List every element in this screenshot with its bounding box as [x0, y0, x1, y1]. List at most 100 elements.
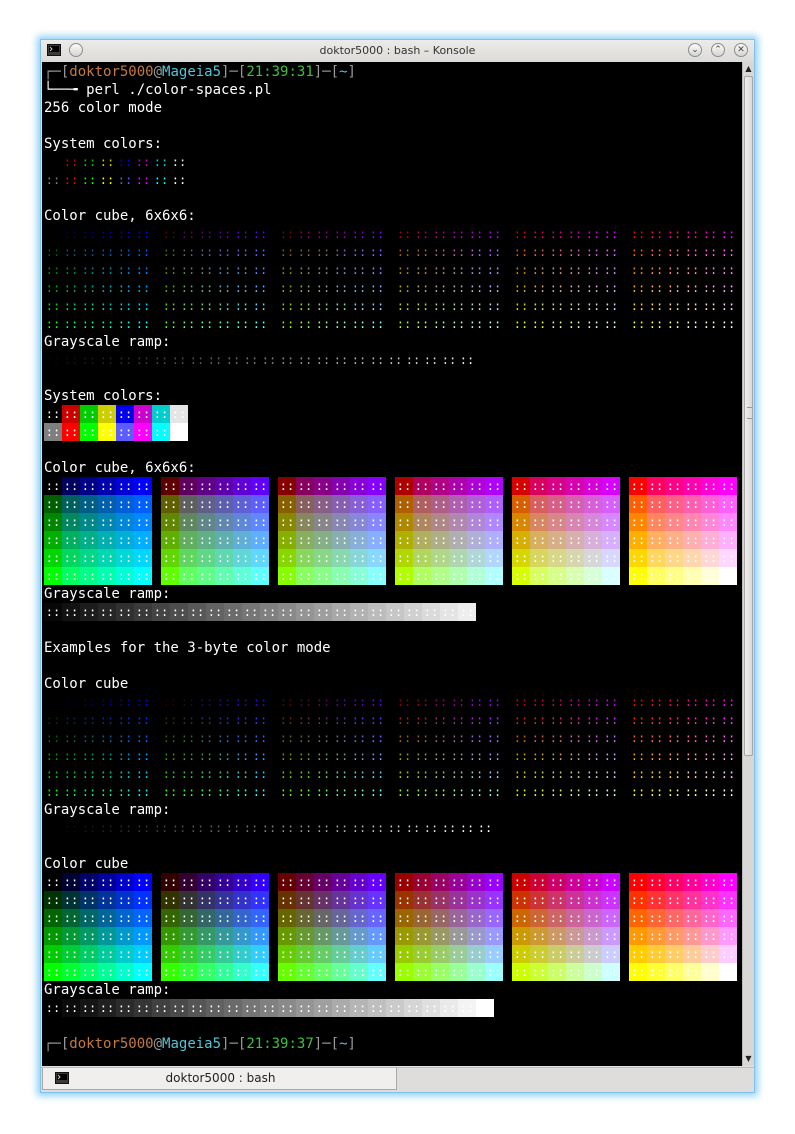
color-cube-swatch: ::	[314, 927, 332, 945]
color-cube-swatch: ::	[468, 749, 484, 763]
color-cube-swatch: ::	[630, 263, 646, 277]
color-cube-swatch: ::	[332, 891, 350, 909]
color-cube-swatch: ::	[333, 299, 349, 313]
grayscale-swatch: ::	[243, 353, 259, 367]
grayscale-swatch: ::	[243, 821, 259, 835]
color-cube-swatch: ::	[701, 927, 719, 945]
color-cube-swatch: ::	[368, 963, 386, 981]
color-cube-swatch: ::	[548, 891, 566, 909]
color-cube-swatch: ::	[467, 927, 485, 945]
color-cube-swatch: ::	[603, 749, 619, 763]
color-cube-swatch: ::	[666, 767, 682, 781]
color-cube-swatch: ::	[701, 549, 719, 567]
color-cube-swatch: ::	[602, 567, 620, 585]
maximize-icon[interactable]: ⌃	[711, 43, 725, 57]
color-cube-swatch: ::	[369, 713, 385, 727]
system-color-swatch: ::	[63, 155, 79, 169]
color-cube-swatch: ::	[720, 785, 736, 799]
color-cube-swatch: ::	[585, 245, 601, 259]
system-color-swatch: ::	[99, 173, 115, 187]
color-cube-swatch: ::	[485, 531, 503, 549]
scroll-down-arrow-icon[interactable]: ▼	[743, 1053, 754, 1065]
color-cube-swatch: ::	[368, 909, 386, 927]
color-cube-swatch: ::	[44, 549, 62, 567]
color-cube-swatch: ::	[45, 785, 61, 799]
color-cube-swatch: ::	[216, 317, 232, 331]
grayscale-swatch: ::	[404, 999, 422, 1017]
title-bar[interactable]: doktor5000 : bash – Konsole ⌄ ⌃ ✕	[41, 40, 754, 62]
scrollbar-thumb[interactable]	[744, 76, 753, 756]
color-cube-swatch: ::	[513, 713, 529, 727]
grayscale-swatch: ::	[476, 999, 494, 1017]
konsole-window: doktor5000 : bash – Konsole ⌄ ⌃ ✕ ┌─[dok…	[40, 39, 755, 1093]
color-cube-swatch: ::	[414, 731, 430, 745]
color-cube-swatch: ::	[198, 731, 214, 745]
color-cube-swatch: ::	[512, 873, 530, 891]
color-cube-swatch: ::	[80, 549, 98, 567]
color-cube-swatch: ::	[45, 749, 61, 763]
color-cube-swatch: ::	[413, 891, 431, 909]
tab-session[interactable]: doktor5000 : bash	[42, 1068, 397, 1090]
color-cube-swatch: ::	[450, 713, 466, 727]
color-cube-swatch: ::	[134, 873, 152, 891]
grayscale-swatch: ::	[386, 999, 404, 1017]
color-cube-swatch: ::	[467, 891, 485, 909]
vertical-scrollbar[interactable]: ▲ ▼	[742, 62, 754, 1066]
color-cube-swatch: ::	[180, 317, 196, 331]
color-cube-swatch: ::	[486, 731, 502, 745]
color-cube-swatch: ::	[296, 963, 314, 981]
grayscale-swatch: ::	[171, 353, 187, 367]
color-cube-swatch: ::	[98, 513, 116, 531]
minimize-icon[interactable]: ⌄	[688, 43, 702, 57]
color-cube-swatch: ::	[684, 281, 700, 295]
color-cube-swatch: ::	[161, 549, 179, 567]
color-cube-swatch: ::	[63, 317, 79, 331]
color-cube-swatch: ::	[414, 695, 430, 709]
color-cube-swatch: ::	[45, 245, 61, 259]
color-cube-swatch: ::	[44, 963, 62, 981]
color-cube-swatch: ::	[279, 695, 295, 709]
color-cube-swatch: ::	[135, 263, 151, 277]
color-cube-swatch: ::	[135, 767, 151, 781]
color-cube-swatch: ::	[63, 731, 79, 745]
color-cube-swatch: ::	[314, 513, 332, 531]
color-cube-swatch: ::	[602, 549, 620, 567]
color-cube-swatch: ::	[395, 477, 413, 495]
color-cube-swatch: ::	[530, 909, 548, 927]
color-cube-swatch: ::	[432, 713, 448, 727]
color-cube-swatch: ::	[702, 749, 718, 763]
grayscale-swatch: ::	[206, 999, 224, 1017]
color-cube-swatch: ::	[350, 531, 368, 549]
color-cube-swatch: ::	[161, 567, 179, 585]
grayscale-swatch: ::	[387, 821, 403, 835]
color-cube-swatch: ::	[450, 749, 466, 763]
color-cube-swatch: ::	[485, 927, 503, 945]
color-cube-swatch: ::	[432, 767, 448, 781]
section-system-colors-2: System colors:	[44, 388, 163, 404]
grayscale-swatch: ::	[297, 353, 313, 367]
color-cube-swatch: ::	[198, 263, 214, 277]
color-cube-swatch: ::	[584, 945, 602, 963]
grayscale-swatch: ::	[116, 999, 134, 1017]
color-cube-swatch: ::	[665, 909, 683, 927]
color-cube-swatch: ::	[116, 567, 134, 585]
color-cube-swatch: ::	[369, 749, 385, 763]
color-cube-swatch: ::	[234, 695, 250, 709]
color-cube-swatch: ::	[333, 695, 349, 709]
grayscale-swatch: ::	[405, 821, 421, 835]
color-cube-swatch: ::	[584, 891, 602, 909]
scroll-up-arrow-icon[interactable]: ▲	[743, 63, 754, 75]
color-cube-swatch: ::	[45, 731, 61, 745]
color-cube-swatch: ::	[531, 695, 547, 709]
close-icon[interactable]: ✕	[734, 43, 748, 57]
grayscale-swatch: ::	[80, 999, 98, 1017]
terminal-output[interactable]: ┌─[doktor5000@Mageia5]─[21:39:31]─[~] └─…	[42, 62, 742, 1066]
color-cube-swatch: ::	[216, 299, 232, 313]
color-cube-swatch: ::	[432, 227, 448, 241]
color-cube-swatch: ::	[485, 945, 503, 963]
color-cube-swatch: ::	[252, 227, 268, 241]
grayscale-swatch: ::	[422, 999, 440, 1017]
color-cube-swatch: ::	[314, 945, 332, 963]
grayscale-swatch: ::	[386, 603, 404, 621]
color-cube-swatch: ::	[198, 713, 214, 727]
